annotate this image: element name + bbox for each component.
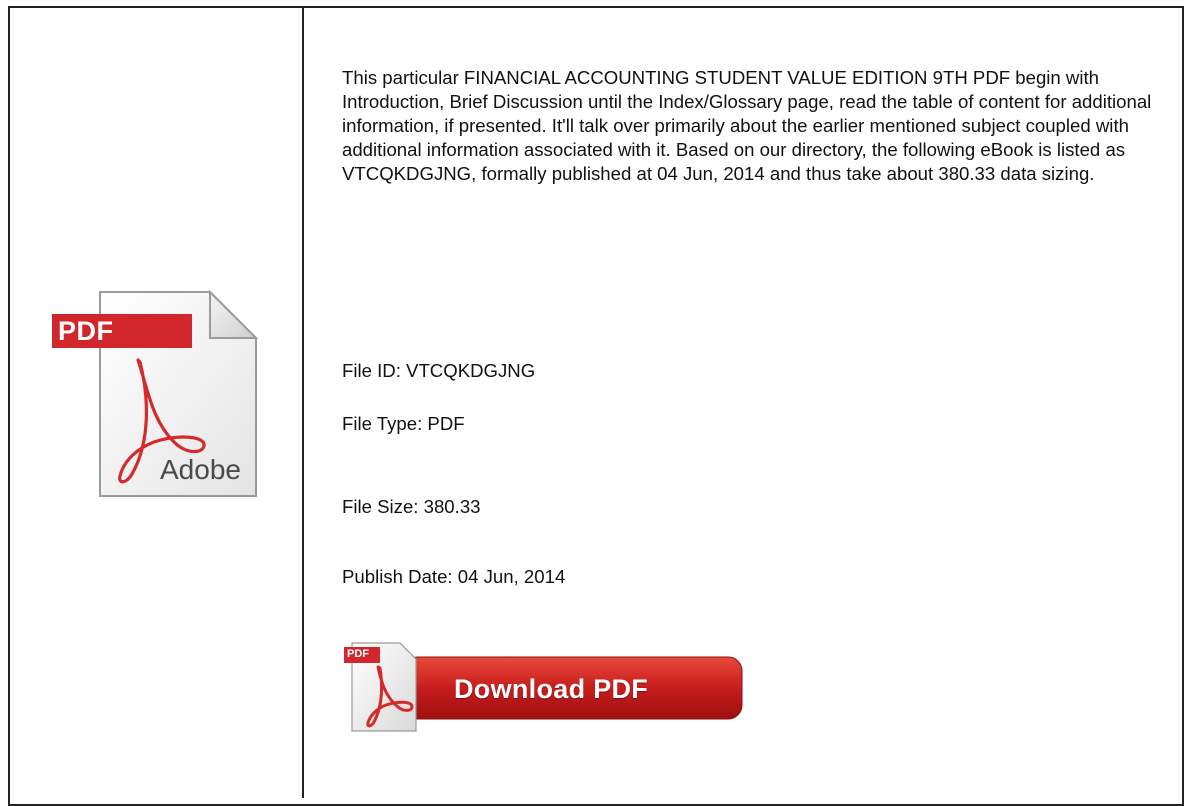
adobe-brand-text: Adobe xyxy=(160,454,241,485)
publish-date: Publish Date: 04 Jun, 2014 xyxy=(342,566,566,587)
pdf-badge-text: PDF xyxy=(58,316,114,346)
file-id: File ID: VTCQKDGJNG xyxy=(342,360,536,381)
file-size: File Size: 380.33 xyxy=(342,496,481,517)
description-paragraph: This particular FINANCIAL ACCOUNTING STU… xyxy=(342,67,1152,184)
ebook-details: This particular FINANCIAL ACCOUNTING STU… xyxy=(342,66,1162,186)
column-divider xyxy=(302,8,304,798)
download-label: Download PDF xyxy=(454,674,649,704)
download-badge-text: PDF xyxy=(347,648,369,660)
file-type: File Type: PDF xyxy=(342,413,465,434)
download-pdf-button[interactable]: PDF Download PDF xyxy=(342,637,744,733)
